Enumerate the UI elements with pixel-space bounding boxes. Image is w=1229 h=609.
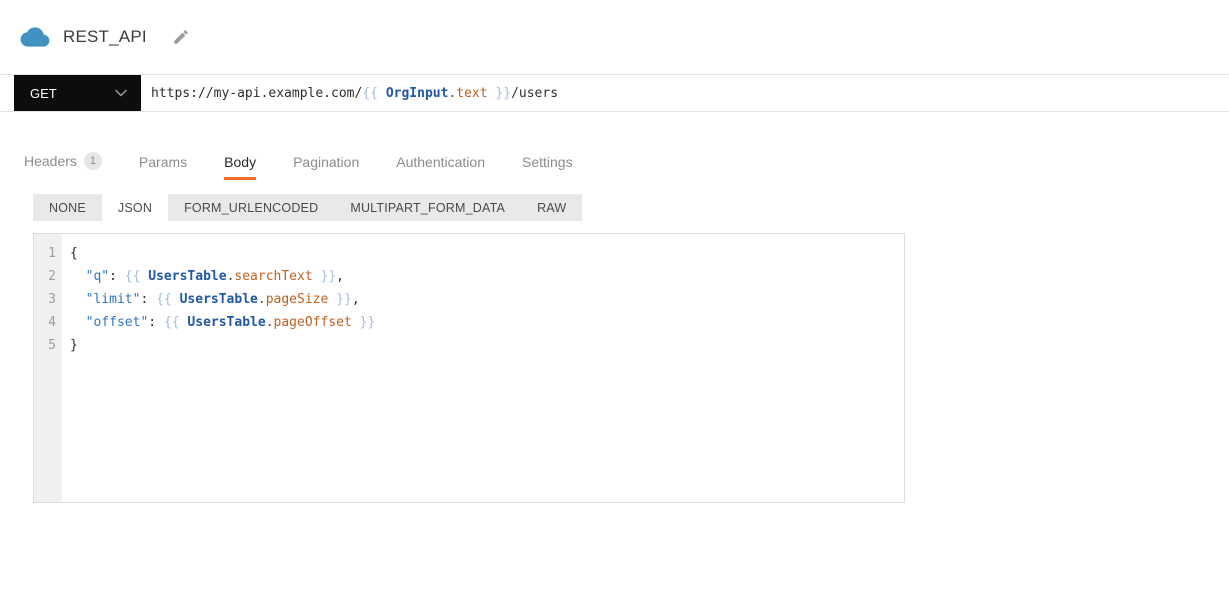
- query-title: REST_API: [63, 27, 147, 46]
- tab-body[interactable]: Body: [224, 154, 257, 180]
- code-token: {{: [362, 85, 386, 101]
- subtab-label: FORM_URLENCODED: [184, 200, 319, 215]
- body-mode-json[interactable]: JSON: [101, 194, 169, 221]
- code-token: UsersTable: [187, 315, 266, 330]
- code-token: :: [109, 269, 125, 284]
- subtab-label: MULTIPART_FORM_DATA: [350, 200, 506, 215]
- tab-authentication[interactable]: Authentication: [396, 154, 485, 180]
- line-number: 2: [48, 269, 56, 284]
- code-token: pageOffset: [273, 315, 352, 330]
- code-line[interactable]: {: [70, 242, 904, 265]
- headers-count-badge: 1: [83, 152, 102, 170]
- code-token: {{: [163, 315, 188, 330]
- body-mode-form-urlencoded[interactable]: FORM_URLENCODED: [168, 194, 334, 221]
- code-token: searchText: [234, 269, 313, 284]
- line-number: 4: [48, 315, 56, 330]
- code-token: ,: [351, 292, 360, 307]
- subtab-label: JSON: [117, 200, 153, 215]
- subtab-label: NONE: [49, 200, 86, 215]
- line-number: 3: [48, 292, 56, 307]
- method-select[interactable]: GET: [14, 75, 141, 111]
- code-token: /users: [511, 85, 559, 101]
- request-bar: GET https://my-api.example.com/{{ OrgInp…: [0, 74, 1229, 112]
- code-token: .: [265, 315, 274, 330]
- subtab-label: RAW: [537, 200, 567, 215]
- code-token: }}: [328, 292, 352, 307]
- method-label: GET: [30, 85, 57, 101]
- code-token: }: [70, 338, 78, 353]
- code-token: {: [70, 246, 78, 261]
- line-number: 1: [48, 246, 56, 261]
- code-token: :: [148, 315, 164, 330]
- query-header: REST_API: [0, 0, 1229, 74]
- code-token: }}: [487, 85, 512, 101]
- code-line[interactable]: "q": {{ UsersTable.searchText }},: [70, 265, 904, 288]
- code-token: .: [257, 292, 266, 307]
- code-token: "q": [85, 269, 110, 284]
- code-token: https://my-api.example.com/: [151, 85, 363, 101]
- editor-code[interactable]: { "q": {{ UsersTable.searchText }}, "lim…: [62, 234, 904, 502]
- body-mode-none[interactable]: NONE: [33, 194, 102, 221]
- json-body-editor[interactable]: 12345 { "q": {{ UsersTable.searchText }}…: [33, 233, 905, 503]
- tab-label: Authentication: [396, 154, 485, 170]
- code-line[interactable]: "limit": {{ UsersTable.pageSize }},: [70, 288, 904, 311]
- code-token: "limit": [85, 292, 141, 307]
- tab-label: Settings: [521, 154, 573, 170]
- tab-label: Pagination: [293, 154, 360, 170]
- code-token: ,: [336, 269, 344, 284]
- code-token: .: [448, 85, 457, 101]
- tab-headers[interactable]: Headers 1: [24, 152, 102, 180]
- code-token: OrgInput: [385, 85, 449, 101]
- code-token: text: [456, 85, 488, 101]
- body-mode-multipart-form-data[interactable]: MULTIPART_FORM_DATA: [334, 194, 521, 221]
- code-token: pageSize: [265, 292, 329, 307]
- tab-pagination[interactable]: Pagination: [293, 154, 359, 180]
- line-number: 5: [48, 338, 56, 353]
- code-token: "offset": [85, 315, 149, 330]
- code-token: UsersTable: [179, 292, 258, 307]
- code-token: }}: [312, 269, 337, 284]
- code-line[interactable]: }: [70, 334, 904, 357]
- code-token: UsersTable: [148, 269, 227, 284]
- editor-gutter: 1 2 3 4 5: [34, 234, 62, 502]
- tab-label: Body: [224, 154, 257, 170]
- url-input[interactable]: https://my-api.example.com/{{ OrgInput. t…: [141, 75, 1229, 111]
- request-tabs: Headers 1 Params Body Pagination Authent…: [0, 152, 1229, 180]
- code-token: {{: [156, 292, 180, 307]
- tab-label: Params: [138, 154, 188, 170]
- tab-settings[interactable]: Settings: [522, 154, 573, 180]
- body-mode-raw[interactable]: RAW: [521, 194, 582, 221]
- code-line[interactable]: "offset": {{ UsersTable.pageOffset }}: [70, 311, 904, 334]
- code-token: }}: [351, 315, 376, 330]
- code-token: :: [140, 292, 157, 307]
- pencil-icon[interactable]: [172, 28, 190, 46]
- chevron-down-icon: [115, 89, 127, 97]
- cloud-icon: [20, 25, 50, 49]
- body-mode-tabs: NONE JSON FORM_URLENCODED MULTIPART_FORM…: [33, 194, 583, 221]
- tab-label: Headers: [24, 153, 77, 169]
- code-token: {{: [124, 269, 149, 284]
- tab-params[interactable]: Params: [139, 154, 187, 180]
